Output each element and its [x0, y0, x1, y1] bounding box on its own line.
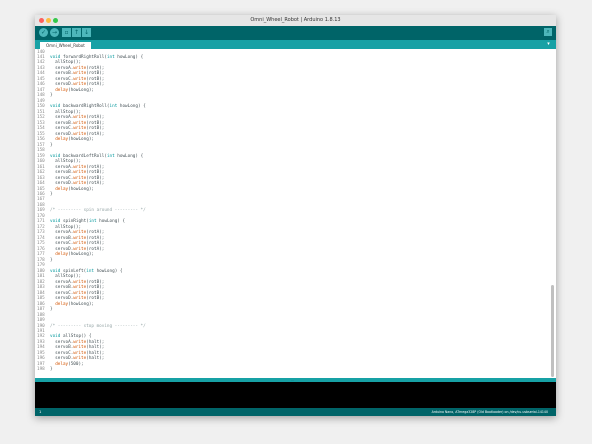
tab-menu-button[interactable]: ▾	[545, 41, 552, 48]
status-bar: 1 Arduino Nano, ATmega328P (Old Bootload…	[35, 408, 556, 416]
code-editor[interactable]: 140 141 void forwardRightRoll(int howLong)…	[35, 49, 556, 378]
code-line: 198}	[35, 367, 545, 372]
verify-button[interactable]: ✓	[39, 28, 48, 37]
code-text: }	[50, 367, 53, 373]
new-file-icon: ▫	[64, 29, 69, 36]
arrow-up-icon: ↑	[73, 29, 80, 36]
save-button[interactable]: ↓	[82, 28, 91, 37]
toolbar: ✓ → ▫ ↑ ↓ ⌕	[35, 26, 556, 40]
status-line-number: 1	[39, 409, 42, 414]
arrow-right-icon: →	[51, 29, 58, 36]
ide-window: Omni_Wheel_Robot | Arduino 1.8.13 ✓ → ▫ …	[35, 15, 556, 416]
tab-bar: Omni_Wheel_Robot ▾	[35, 40, 556, 49]
editor-scrollbar[interactable]	[551, 285, 554, 377]
check-icon: ✓	[40, 29, 47, 36]
serial-monitor-button[interactable]: ⌕	[544, 28, 552, 36]
open-button[interactable]: ↑	[72, 28, 81, 37]
window-title: Omni_Wheel_Robot | Arduino 1.8.13	[250, 17, 341, 23]
arrow-down-icon: ↓	[83, 29, 90, 36]
new-button[interactable]: ▫	[62, 28, 71, 37]
upload-button[interactable]: →	[50, 28, 59, 37]
console-output	[35, 382, 556, 408]
line-number: 198	[37, 367, 45, 373]
status-board-info: Arduino Nano, ATmega328P (Old Bootloader…	[431, 410, 548, 414]
magnifier-icon: ⌕	[546, 28, 550, 35]
tab-omni-wheel-robot[interactable]: Omni_Wheel_Robot	[40, 42, 91, 49]
chevron-down-icon: ▾	[547, 41, 550, 47]
